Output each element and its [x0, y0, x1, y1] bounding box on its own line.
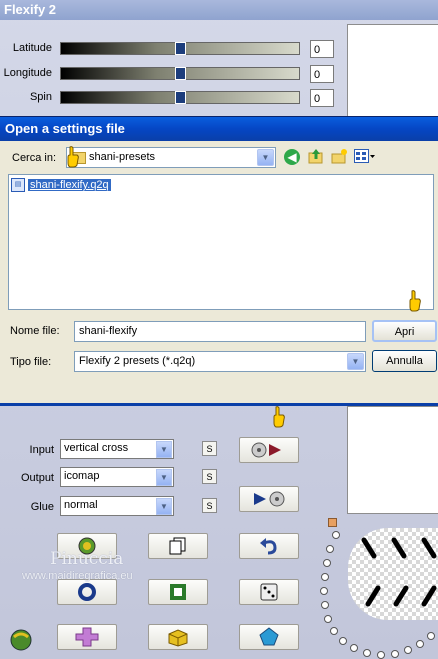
input-label: Input: [29, 444, 54, 456]
flexify-title-bar: Flexify 2: [0, 0, 438, 20]
dice-icon: [260, 583, 278, 601]
spin-label: Spin: [29, 91, 52, 103]
dial-dot[interactable]: [332, 531, 340, 539]
longitude-slider-thumb[interactable]: [175, 67, 186, 80]
chevron-down-icon[interactable]: ▼: [347, 353, 364, 370]
view-menu-icon[interactable]: [354, 149, 376, 164]
dial-dot[interactable]: [326, 545, 334, 553]
file-item[interactable]: ▤ shani-flexify.q2q: [11, 178, 111, 192]
arrow-disc-icon: [254, 491, 285, 507]
undo-button[interactable]: [239, 533, 299, 559]
input-s-button[interactable]: S: [202, 441, 217, 456]
disc-arrow-icon: [251, 442, 281, 458]
ring-icon: [78, 583, 96, 601]
filename-field[interactable]: shani-flexify: [74, 321, 366, 342]
bottom-dial-area[interactable]: [320, 528, 438, 659]
filetype-value: Flexify 2 presets (*.q2q): [79, 355, 196, 367]
glue-dropdown[interactable]: normal ▼: [60, 496, 174, 516]
look-in-dropdown[interactable]: shani-presets ▼: [66, 147, 276, 168]
dial-dot[interactable]: [324, 615, 332, 623]
output-s-button[interactable]: S: [202, 469, 217, 484]
ring-button[interactable]: [57, 579, 117, 605]
orange-marker[interactable]: [328, 518, 337, 527]
glue-value: normal: [64, 499, 98, 511]
pentagon-button[interactable]: [239, 624, 299, 650]
flexify-logo-icon: [8, 627, 34, 654]
copy-button[interactable]: [148, 533, 208, 559]
copy-icon: [169, 537, 186, 555]
dial-dot[interactable]: [350, 644, 358, 652]
watermark-line1: Pinuccia: [50, 549, 124, 569]
longitude-label: Longitude: [3, 67, 52, 79]
glue-s-button[interactable]: S: [202, 498, 217, 513]
dial-dot[interactable]: [391, 650, 399, 658]
back-icon[interactable]: ◀: [284, 149, 300, 165]
file-list[interactable]: ▤ shani-flexify.q2q: [8, 174, 434, 310]
output-value: icomap: [64, 470, 100, 482]
random-button[interactable]: [239, 579, 299, 605]
save-preset-button[interactable]: [239, 486, 299, 512]
dialog-title: Open a settings file: [5, 121, 125, 136]
output-dropdown[interactable]: icomap ▼: [60, 467, 174, 487]
filetype-dropdown[interactable]: Flexify 2 presets (*.q2q) ▼: [74, 351, 366, 372]
look-in-label: Cerca in:: [12, 152, 57, 164]
output-label: Output: [20, 472, 54, 484]
longitude-value-field[interactable]: 0: [310, 65, 334, 83]
dial-dot[interactable]: [427, 632, 435, 640]
input-value: vertical cross: [64, 442, 129, 454]
dial-dot[interactable]: [363, 649, 371, 657]
square-button[interactable]: [148, 579, 208, 605]
dial-dot[interactable]: [330, 627, 338, 635]
cube-button[interactable]: [148, 624, 208, 650]
flexify-title: Flexify 2: [4, 2, 57, 17]
chevron-down-icon[interactable]: ▼: [156, 469, 172, 486]
chevron-down-icon[interactable]: ▼: [156, 441, 172, 458]
dial-dot[interactable]: [377, 651, 385, 659]
cube-icon: [168, 629, 188, 647]
latitude-value-field[interactable]: 0: [310, 40, 334, 58]
file-name[interactable]: shani-flexify.q2q: [28, 179, 111, 191]
spin-slider-thumb[interactable]: [175, 91, 186, 104]
pointer-hand-icon: [66, 146, 79, 171]
undo-icon: [260, 538, 277, 555]
dial-dot[interactable]: [321, 601, 329, 609]
green-square-icon: [170, 584, 186, 600]
dial-dot[interactable]: [320, 587, 328, 595]
preview-area: [347, 24, 438, 118]
dial-dot[interactable]: [323, 559, 331, 567]
cross-button[interactable]: [57, 624, 117, 650]
filetype-label: Tipo file:: [10, 356, 52, 368]
dial-dot[interactable]: [339, 637, 347, 645]
dial-dot[interactable]: [321, 573, 329, 581]
watermark-line2: www.maidiregrafica.eu: [22, 570, 133, 582]
filename-label: Nome file:: [10, 325, 60, 337]
pattern-preview: [348, 528, 438, 620]
cancel-button[interactable]: Annulla: [372, 350, 437, 372]
up-folder-icon[interactable]: [308, 148, 324, 165]
cross-shape-icon: [75, 627, 99, 647]
pointer-hand-icon: [408, 290, 421, 315]
new-folder-icon[interactable]: [331, 148, 348, 165]
open-button[interactable]: Apri: [372, 320, 437, 342]
output-preview-area: [347, 406, 438, 514]
spin-value-field[interactable]: 0: [310, 89, 334, 107]
pointer-hand-icon: [272, 406, 285, 431]
chevron-down-icon[interactable]: ▼: [257, 149, 274, 166]
load-preset-button[interactable]: [239, 437, 299, 463]
glue-label: Glue: [30, 501, 54, 513]
chevron-down-icon[interactable]: ▼: [156, 498, 172, 515]
dial-dot[interactable]: [404, 646, 412, 654]
pentagon-icon: [259, 627, 279, 646]
latitude-slider-thumb[interactable]: [175, 42, 186, 55]
file-icon: ▤: [11, 178, 25, 192]
input-dropdown[interactable]: vertical cross ▼: [60, 439, 174, 459]
dialog-title-bar: Open a settings file: [0, 117, 438, 141]
latitude-label: Latitude: [12, 42, 52, 54]
dial-dot[interactable]: [416, 640, 424, 648]
